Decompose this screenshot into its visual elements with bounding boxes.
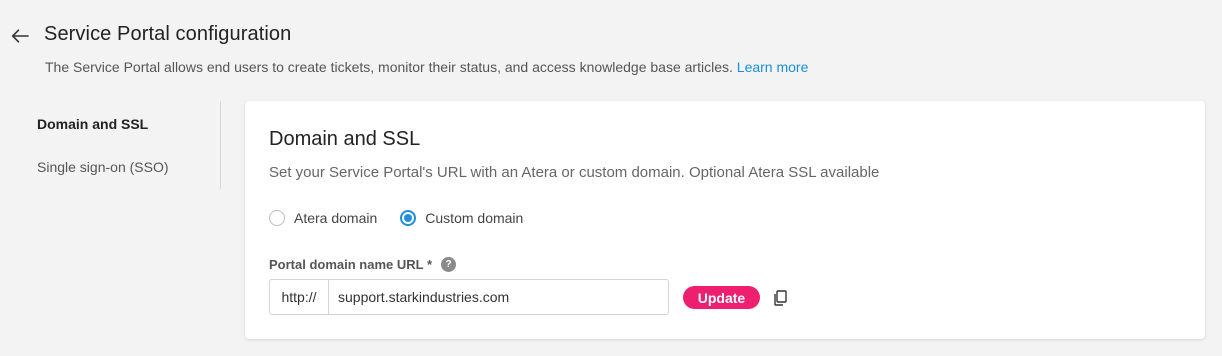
- radio-checked-icon[interactable]: [400, 210, 417, 226]
- domain-ssl-card: Domain and SSL Set your Service Portal's…: [245, 101, 1205, 339]
- portal-domain-input[interactable]: [329, 280, 668, 314]
- radio-custom-domain-label: Custom domain: [425, 210, 524, 226]
- page-title: Service Portal configuration: [44, 23, 292, 45]
- radio-custom-domain[interactable]: Custom domain: [400, 210, 523, 226]
- radio-atera-domain[interactable]: Atera domain: [269, 210, 377, 226]
- page: Service Portal configuration The Service…: [0, 0, 1222, 356]
- radio-unchecked-icon[interactable]: [269, 210, 285, 226]
- page-description-text: The Service Portal allows end users to c…: [45, 59, 733, 75]
- arrow-left-icon: [11, 29, 29, 43]
- sidenav-item-sso[interactable]: Single sign-on (SSO): [37, 159, 169, 175]
- page-description: The Service Portal allows end users to c…: [45, 59, 808, 75]
- copy-icon: [774, 289, 787, 306]
- url-protocol-prefix: http://: [270, 280, 329, 314]
- copy-button[interactable]: [771, 288, 789, 307]
- learn-more-link[interactable]: Learn more: [737, 59, 809, 75]
- portal-url-input-group: http://: [269, 279, 669, 315]
- card-title: Domain and SSL: [269, 128, 421, 150]
- radio-atera-domain-label: Atera domain: [294, 210, 378, 226]
- settings-sidenav: Domain and SSL Single sign-on (SSO): [0, 101, 221, 189]
- question-circle-icon[interactable]: ?: [441, 257, 457, 272]
- card-subtitle: Set your Service Portal's URL with an At…: [269, 164, 880, 181]
- back-button[interactable]: [9, 25, 31, 47]
- domain-type-radio-group: Atera domain Custom domain: [269, 210, 546, 226]
- sidenav-item-domain-ssl[interactable]: Domain and SSL: [37, 116, 148, 132]
- portal-domain-field-label: Portal domain name URL * ?: [269, 257, 457, 272]
- portal-domain-label-text: Portal domain name URL *: [269, 257, 433, 272]
- update-button[interactable]: Update: [683, 286, 760, 309]
